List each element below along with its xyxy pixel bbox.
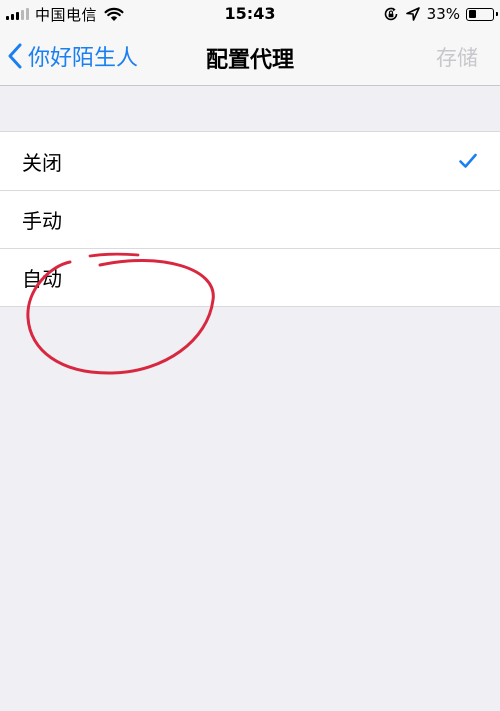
navigation-bar: 你好陌生人 配置代理 存储: [0, 28, 500, 86]
battery-icon: [466, 7, 498, 21]
rotation-lock-icon: [384, 7, 397, 21]
battery-level-fill: [468, 10, 476, 18]
battery-percent: 33%: [426, 5, 460, 23]
option-auto[interactable]: 自动: [0, 248, 500, 306]
option-manual[interactable]: 手动: [0, 190, 500, 248]
option-off[interactable]: 关闭: [0, 132, 500, 190]
save-button[interactable]: 存储: [436, 42, 478, 72]
option-label: 手动: [22, 208, 62, 233]
option-label: 自动: [22, 266, 62, 291]
option-label: 关闭: [22, 150, 62, 175]
checkmark-icon: [459, 153, 477, 168]
proxy-options-list: 关闭 手动 自动: [0, 131, 500, 307]
location-icon: [405, 7, 420, 21]
status-right: 33%: [383, 4, 498, 24]
status-bar: 中国电信 15:43 33%: [0, 0, 500, 28]
page-title: 配置代理: [205, 48, 294, 73]
proxy-settings-screen: 中国电信 15:43 33% 你好陌生人 配置代理 存储 关闭 手动 自动: [0, 0, 500, 711]
